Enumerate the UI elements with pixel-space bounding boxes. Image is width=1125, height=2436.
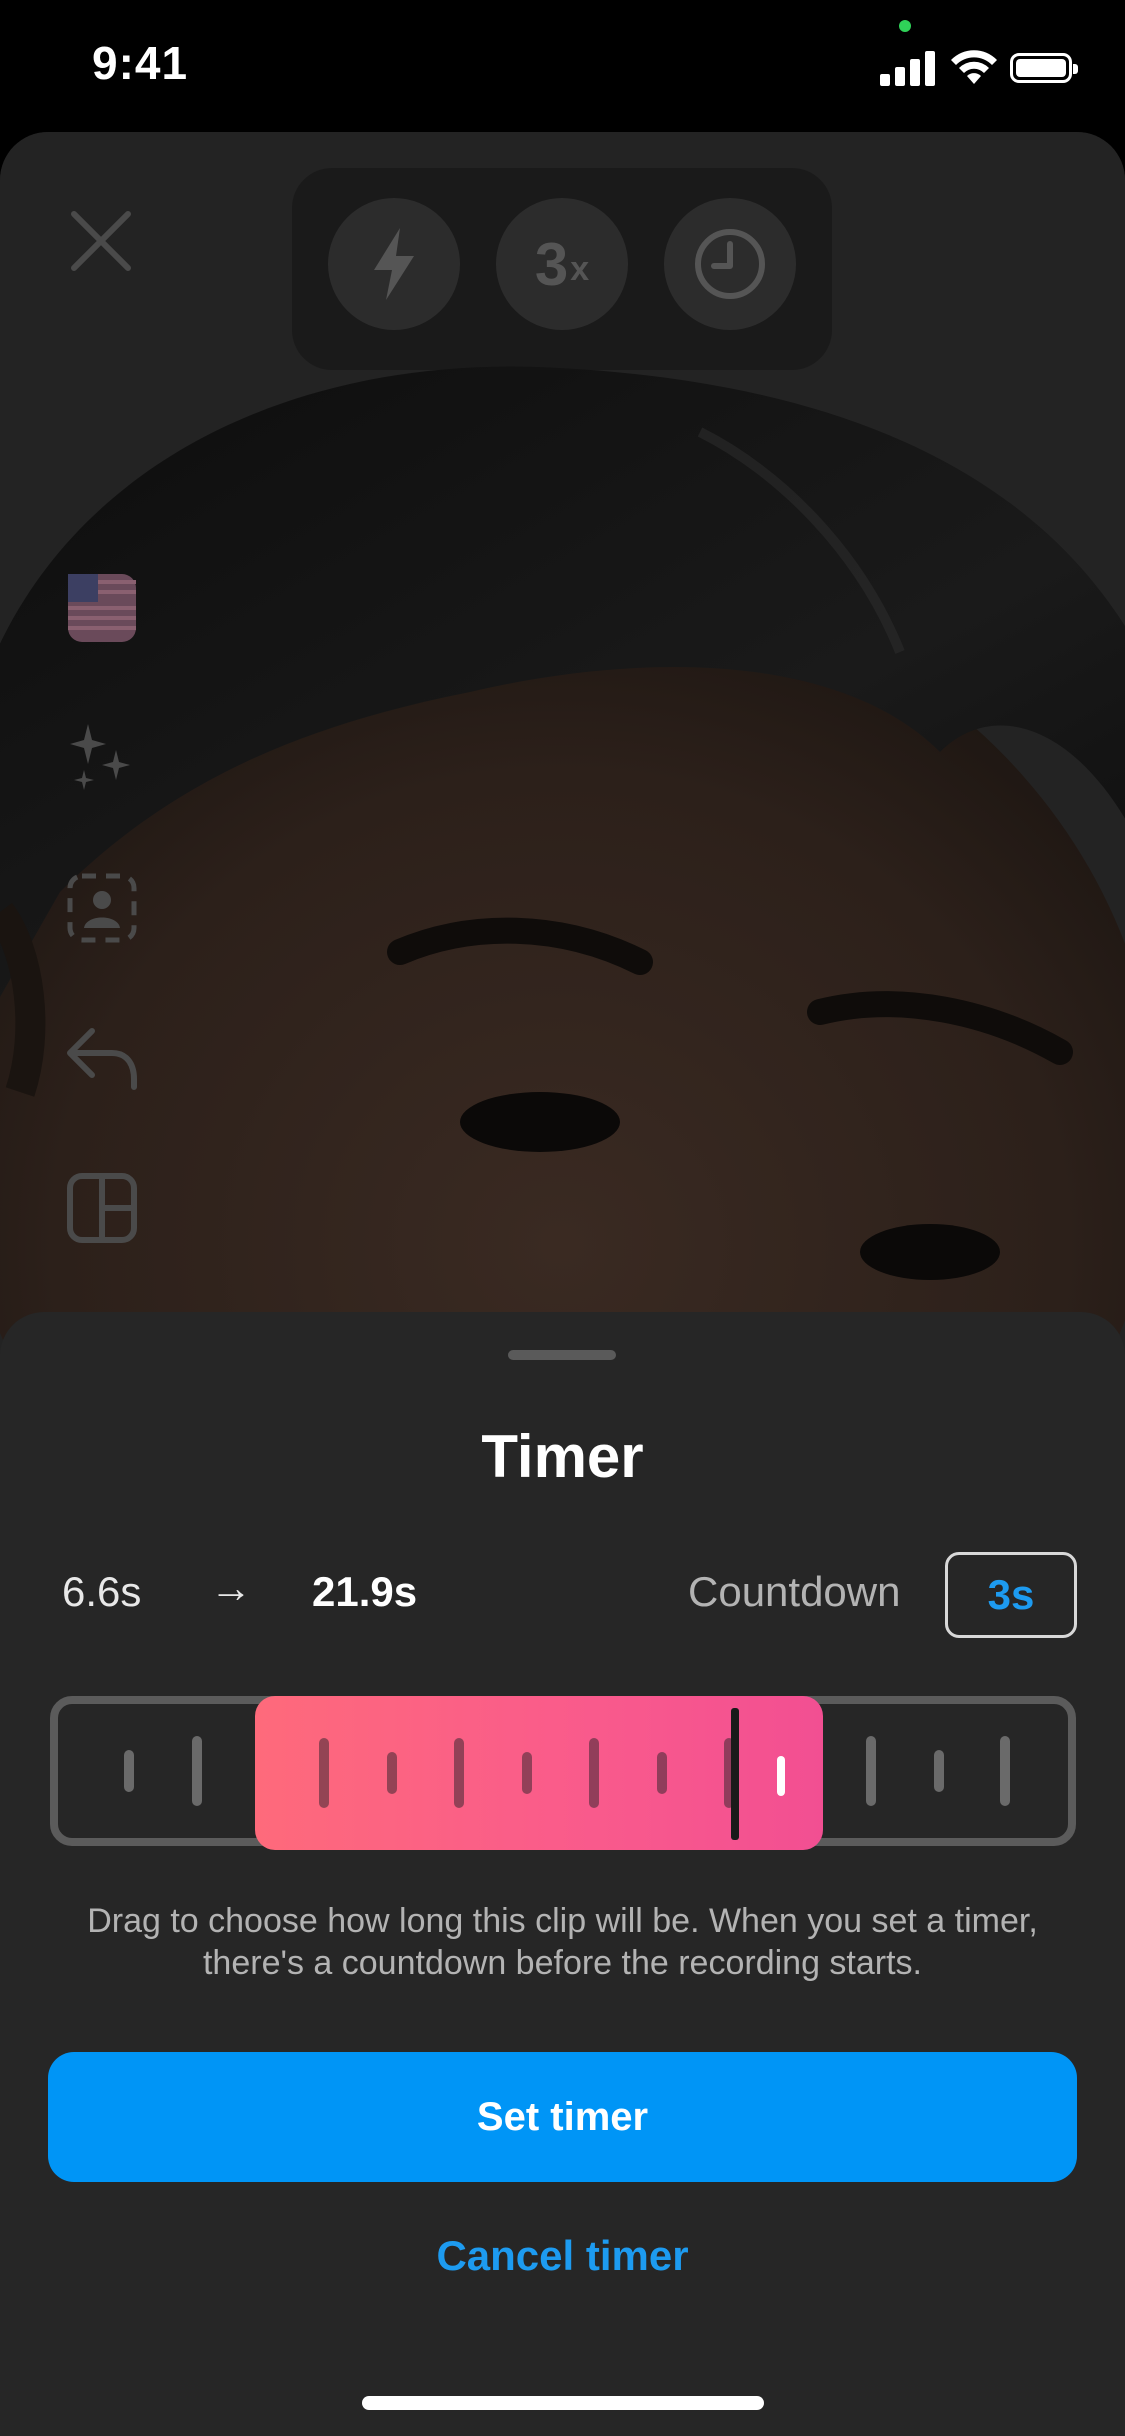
timer-sheet: Timer 6.6s → 21.9s Countdown 3s Drag to … (0, 1312, 1125, 2436)
speed-suffix: x (570, 249, 590, 288)
camera-in-use-indicator (899, 20, 911, 32)
home-indicator (362, 2396, 764, 2410)
range-tick (319, 1738, 329, 1808)
close-icon[interactable] (66, 206, 136, 276)
sticker-flag-icon (68, 574, 136, 642)
range-end-handle[interactable] (777, 1756, 785, 1796)
undo-button[interactable] (62, 1018, 142, 1098)
set-timer-button[interactable]: Set timer (48, 2052, 1077, 2182)
timer-helper-text: Drag to choose how long this clip will b… (87, 1902, 1038, 1982)
effects-button[interactable] (62, 718, 142, 798)
effects-sparkle-icon (70, 724, 130, 790)
face-frame-icon (67, 873, 137, 943)
playhead-marker (731, 1708, 739, 1840)
countdown-label: Countdown (688, 1568, 901, 1615)
range-tick (522, 1752, 532, 1794)
flash-button[interactable] (328, 198, 460, 330)
arrow-right-icon: → (210, 1564, 252, 1611)
track-tick (934, 1750, 944, 1792)
sheet-title: Timer (481, 1423, 644, 1490)
camera-viewfinder[interactable]: 3x (0, 132, 1125, 1372)
countdown-toggle-button[interactable]: 3s (945, 1552, 1077, 1638)
range-tick (454, 1738, 464, 1808)
face-frame-button[interactable] (62, 868, 142, 948)
range-start-time: 6.6s (62, 1568, 142, 1615)
battery-icon (1010, 53, 1078, 83)
status-bar: 9:41 (0, 0, 1125, 132)
track-tick (866, 1736, 876, 1806)
track-tick (1000, 1736, 1010, 1806)
cancel-timer-button[interactable]: Cancel timer (0, 2232, 1125, 2280)
clock-icon (695, 229, 765, 299)
layout-button[interactable] (62, 1168, 142, 1248)
flash-icon (374, 228, 414, 300)
status-time: 9:41 (92, 37, 189, 89)
sticker-flag-button[interactable] (62, 568, 142, 648)
speed-button[interactable]: 3x (496, 198, 628, 330)
undo-icon (67, 1028, 137, 1090)
layout-icon (67, 1173, 137, 1243)
cellular-signal-icon (880, 48, 936, 86)
camera-top-controls: 3x (292, 168, 832, 370)
track-tick (192, 1736, 202, 1806)
range-tick (657, 1752, 667, 1794)
track-tick (124, 1750, 134, 1792)
range-tick (387, 1752, 397, 1794)
wifi-icon (951, 50, 997, 84)
sheet-grabber[interactable] (508, 1350, 616, 1360)
timer-button[interactable] (664, 198, 796, 330)
speed-value: 3 (534, 230, 569, 298)
range-tick (589, 1738, 599, 1808)
range-end-time: 21.9s (312, 1568, 418, 1615)
